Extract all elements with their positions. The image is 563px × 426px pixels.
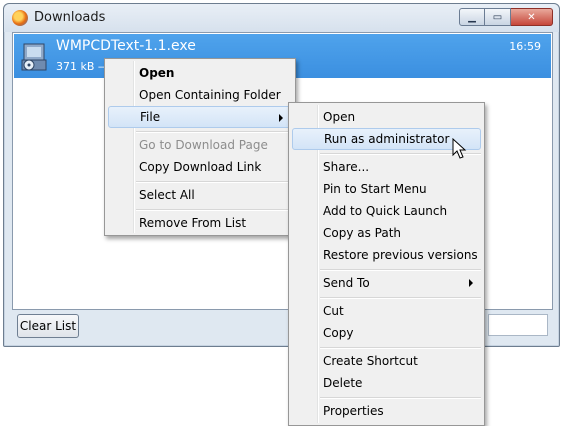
submenu-item-properties[interactable]: Properties [292, 400, 481, 422]
submenu-item-pin-to-start-menu[interactable]: Pin to Start Menu [292, 178, 481, 200]
close-icon: ✕ [527, 11, 536, 23]
submenu-item-delete[interactable]: Delete [292, 372, 481, 394]
clear-list-label: Clear List [19, 319, 77, 333]
window-controls: ▁ ▭ ✕ [459, 8, 553, 26]
submenu-item-restore-previous-versions[interactable]: Restore previous versions [292, 244, 481, 266]
title-bar[interactable]: Downloads ▁ ▭ ✕ [4, 4, 559, 32]
file-name: WMPCDText-1.1.exe [56, 38, 196, 54]
submenu-item-add-to-quick-launch[interactable]: Add to Quick Launch [292, 200, 481, 222]
download-time: 16:59 [509, 40, 541, 53]
submenu-item-copy-as-path[interactable]: Copy as Path [292, 222, 481, 244]
search-input[interactable] [488, 314, 548, 336]
submenu-item-create-shortcut[interactable]: Create Shortcut [292, 350, 481, 372]
menu-separator [320, 397, 481, 399]
submenu-item-send-to-label: Send To [323, 276, 370, 290]
menu-item-go-to-download-page: Go to Download Page [139, 138, 268, 152]
context-menu: Open Open Containing Folder File Go to D… [104, 58, 296, 236]
minimize-icon: ▁ [468, 11, 476, 23]
menu-separator [320, 269, 481, 271]
submenu-item-open[interactable]: Open [292, 106, 481, 128]
menu-item-select-all[interactable]: Select All [108, 184, 292, 206]
mouse-cursor-icon [452, 138, 467, 159]
window-title: Downloads [34, 10, 106, 25]
maximize-button[interactable]: ▭ [485, 8, 511, 26]
menu-separator [136, 131, 292, 133]
menu-item-file[interactable]: File [108, 106, 292, 128]
menu-item-open[interactable]: Open [108, 62, 292, 84]
submenu-item-cut[interactable]: Cut [292, 300, 481, 322]
close-button[interactable]: ✕ [511, 8, 553, 26]
submenu-arrow-icon [469, 279, 473, 287]
menu-separator [320, 297, 481, 299]
minimize-button[interactable]: ▁ [459, 8, 485, 26]
menu-item-copy-download-link[interactable]: Copy Download Link [108, 156, 292, 178]
submenu-item-copy[interactable]: Copy [292, 322, 481, 344]
menu-separator [136, 181, 292, 183]
menu-item-file-label: File [140, 110, 161, 124]
menu-separator [136, 209, 292, 211]
menu-separator [320, 347, 481, 349]
installer-icon [21, 43, 47, 71]
menu-item-remove-from-list[interactable]: Remove From List [108, 212, 292, 234]
maximize-icon: ▭ [492, 11, 503, 23]
firefox-icon [12, 10, 28, 26]
submenu-arrow-icon [279, 114, 283, 122]
clear-list-button[interactable]: Clear List [17, 314, 79, 338]
file-status: 371 kB — [56, 60, 109, 73]
submenu-item-send-to[interactable]: Send To [292, 272, 481, 294]
menu-item-open-containing-folder[interactable]: Open Containing Folder [108, 84, 292, 106]
